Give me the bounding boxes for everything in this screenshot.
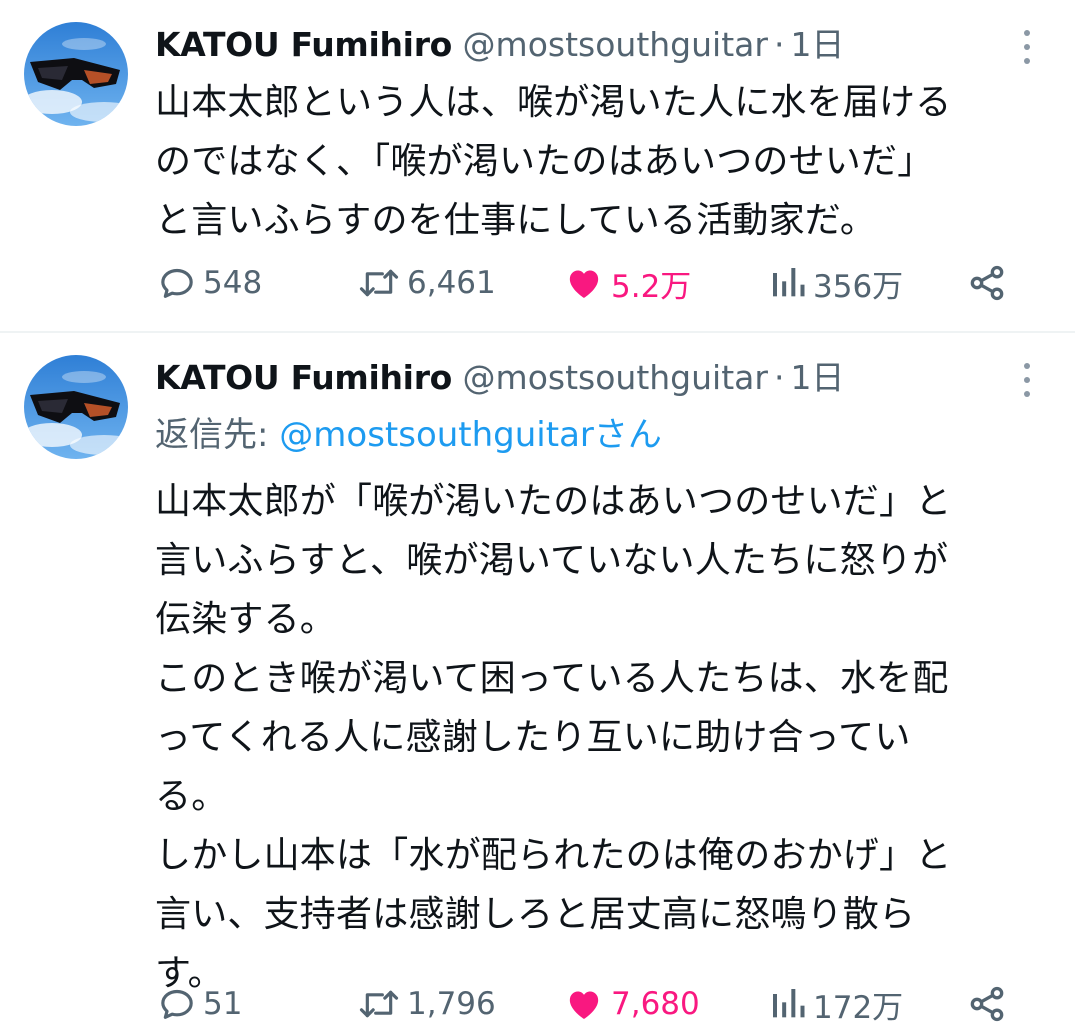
share-button[interactable] — [967, 258, 1013, 308]
author-handle[interactable]: @mostsouthguitar — [463, 25, 768, 64]
views-button[interactable]: 172万 — [769, 979, 903, 1029]
retweet-icon — [359, 269, 399, 297]
share-icon — [970, 986, 1004, 1022]
avatar[interactable] — [24, 355, 128, 459]
timestamp[interactable]: 1日 — [790, 25, 844, 64]
share-button[interactable] — [967, 979, 1013, 1029]
like-count: 7,680 — [611, 986, 700, 1022]
reply-to-label: 返信先: — [155, 415, 280, 455]
avatar[interactable] — [24, 22, 128, 126]
tweet[interactable]: KATOU Fumihiro @mostsouthguitar · 1日 返信先: … — [0, 333, 1075, 1031]
view-count: 172万 — [813, 989, 904, 1026]
reply-to-link[interactable]: @mostsouthguitarさん — [279, 415, 662, 455]
reply-button[interactable]: 51 — [157, 979, 242, 1029]
views-icon — [773, 268, 805, 297]
views-icon — [773, 989, 805, 1018]
author-name[interactable]: KATOU Fumihiro — [155, 358, 452, 397]
separator-dot: · — [773, 25, 785, 64]
retweet-count: 1,796 — [407, 986, 496, 1022]
tweet[interactable]: KATOU Fumihiro @mostsouthguitar · 1日 山本太郎と… — [0, 0, 1075, 332]
share-icon — [970, 265, 1004, 301]
views-button[interactable]: 356万 — [769, 258, 903, 308]
reply-count: 548 — [203, 265, 263, 301]
like-count: 5.2万 — [611, 268, 692, 305]
separator-dot: · — [773, 358, 785, 397]
reply-to: 返信先: @mostsouthguitarさん — [155, 411, 662, 459]
tweet-text: 山本太郎が「喉が渇いたのはあいつのせいだ」と 言いふらすと、喉が渇いていない人た… — [155, 481, 952, 994]
author-handle[interactable]: @mostsouthguitar — [463, 358, 768, 397]
retweet-count: 6,461 — [407, 265, 496, 301]
more-icon[interactable] — [1023, 30, 1031, 64]
like-button[interactable]: 5.2万 — [563, 258, 691, 308]
timestamp[interactable]: 1日 — [790, 358, 844, 397]
like-button[interactable]: 7,680 — [563, 979, 700, 1029]
reply-icon — [161, 268, 193, 298]
action-bar: 51 1,796 7,680 172万 — [155, 979, 1025, 1029]
heart-icon — [569, 270, 599, 298]
tweet-header: KATOU Fumihiro @mostsouthguitar · 1日 — [155, 355, 844, 401]
action-bar: 548 6,461 5.2万 356万 — [155, 258, 1025, 308]
view-count: 356万 — [813, 268, 904, 305]
retweet-button[interactable]: 6,461 — [357, 258, 496, 308]
tweet-header: KATOU Fumihiro @mostsouthguitar · 1日 — [155, 22, 844, 68]
retweet-icon — [359, 990, 399, 1018]
author-name[interactable]: KATOU Fumihiro — [155, 25, 452, 64]
more-icon[interactable] — [1023, 363, 1031, 397]
retweet-button[interactable]: 1,796 — [357, 979, 496, 1029]
reply-button[interactable]: 548 — [157, 258, 262, 308]
reply-count: 51 — [203, 986, 243, 1022]
heart-icon — [569, 991, 599, 1019]
tweet-text: 山本太郎という人は、喉が渇いた人に水を届ける のではなく、「喉が渇いたのはあいつ… — [155, 82, 952, 241]
reply-icon — [161, 989, 193, 1019]
